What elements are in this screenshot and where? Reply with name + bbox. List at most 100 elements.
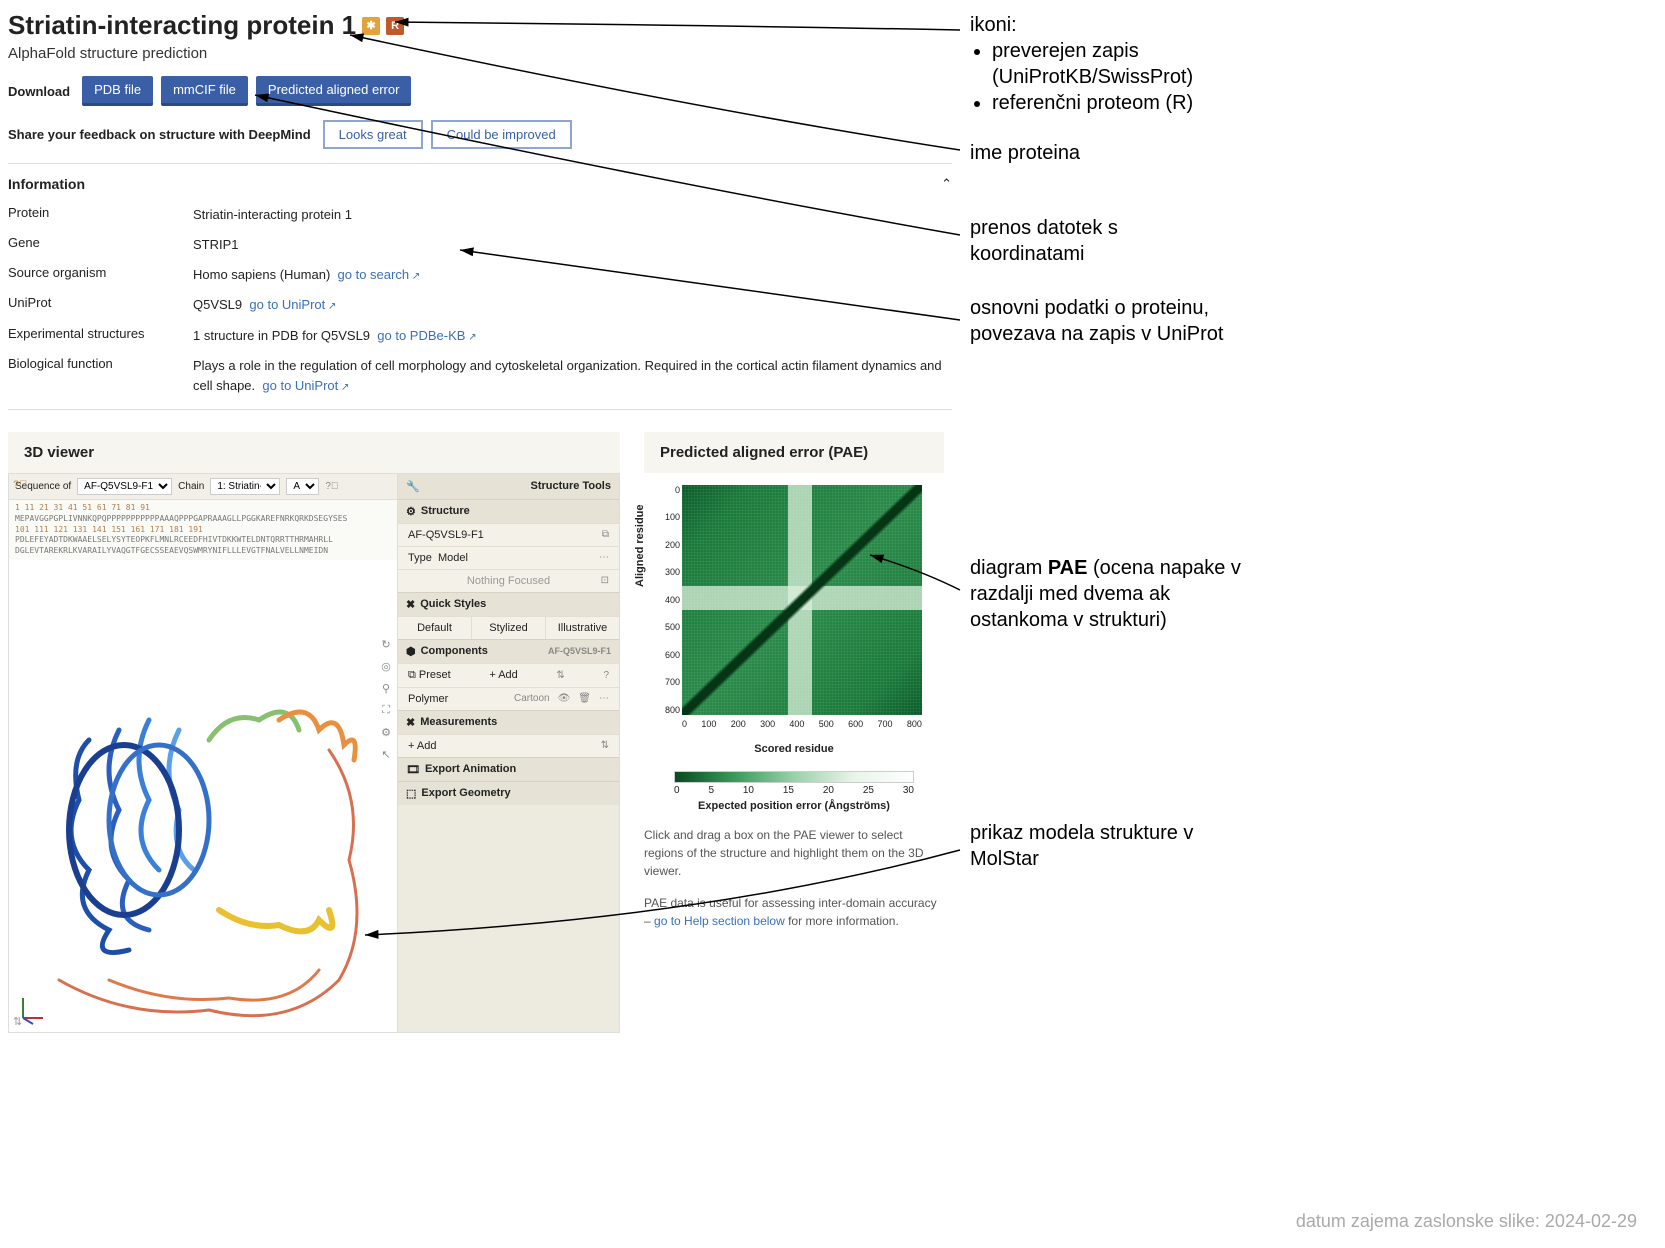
go-to-search-link[interactable]: go to search (338, 267, 421, 282)
pae-y-ticks: 0100200300400500600700800 (660, 485, 680, 715)
sequence-select[interactable]: AF-Q5VSL9-F1 (77, 478, 172, 495)
entity-select[interactable]: 1: Striatin-int… (210, 478, 280, 495)
help-mini-icon[interactable]: ? (603, 670, 609, 681)
info-val-uniprot: Q5VSL9 go to UniProt (193, 295, 952, 315)
info-val-gene: STRIP1 (193, 235, 952, 255)
tool-icon-3[interactable]: ⚲ (379, 682, 393, 696)
components-icon: ⬢ (406, 645, 416, 658)
information-section: Information ⌃ ProteinStriatin-interactin… (8, 163, 952, 410)
swissprot-icon: ✱ (362, 17, 380, 35)
export-animation-button[interactable]: 🎞Export Animation (398, 758, 619, 781)
info-val-bio: Plays a role in the regulation of cell m… (193, 356, 952, 396)
pae-plot[interactable]: Aligned residue 010020030040050060070080… (644, 481, 932, 741)
pae-heatmap[interactable] (682, 485, 922, 715)
preset-button[interactable]: ⧉ Preset (408, 669, 451, 682)
measure-options-icon[interactable]: ⇅ (601, 740, 609, 751)
styles-icon: ✖ (406, 598, 415, 611)
visibility-icon[interactable]: 👁 (558, 693, 571, 704)
polymer-row[interactable]: PolymerCartoon👁🗑⋯ (398, 687, 619, 710)
info-key-bio: Biological function (8, 356, 193, 396)
info-key-gene: Gene (8, 235, 193, 255)
ref-proteome-icon: R (386, 17, 404, 35)
download-mmcif-button[interactable]: mmCIF file (161, 76, 248, 106)
pae-ylabel: Aligned residue (634, 504, 646, 587)
info-val-exp: 1 structure in PDB for Q5VSL9 go to PDBe… (193, 326, 952, 346)
annot-molstar: prikaz modela strukture v MolStar (970, 820, 1230, 872)
collapse-icon[interactable]: ⌃ (941, 176, 952, 192)
pae-panel: Predicted aligned error (PAE) Aligned re… (644, 432, 944, 1033)
footer-date: datum zajema zaslonske slike: 2024-02-29 (1296, 1211, 1637, 1232)
components-controls: ⧉ Preset + Add ⇅ ? (398, 663, 619, 687)
download-pdb-button[interactable]: PDB file (82, 76, 153, 106)
annot-ikoni: ikoni: preverejen zapis (UniProtKB/Swiss… (970, 12, 1290, 116)
style-illustrative-button[interactable]: Illustrative (546, 616, 619, 639)
export-geometry-button[interactable]: ⬚Export Geometry (398, 782, 619, 805)
pae-legend-ticks: 051015202530 (674, 785, 914, 796)
structure-type-row: Type Model⋯ (398, 546, 619, 569)
3d-viewer-title: 3D viewer (8, 432, 620, 473)
info-key-uniprot: UniProt (8, 295, 193, 315)
download-pae-button[interactable]: Predicted aligned error (256, 76, 412, 106)
focus-icon[interactable]: ⊡ (601, 575, 609, 586)
pae-x-ticks: 0100200300400500600700800 (682, 719, 922, 729)
structure-id-row[interactable]: AF-Q5VSL9-F1⧉ (398, 523, 619, 546)
chain-select[interactable]: A (286, 478, 319, 495)
more-polymer-icon[interactable]: ⋯ (599, 693, 609, 704)
delete-icon[interactable]: 🗑 (578, 693, 591, 704)
expand-icon[interactable]: ⛶ (379, 704, 393, 718)
annot-prenos: prenos datotek s koordinatami (970, 215, 1230, 267)
add-measurement-button[interactable]: + Add⇅ (398, 734, 619, 757)
pae-legend-label: Expected position error (Ångströms) (644, 800, 944, 812)
annot-osnovni: osnovni podatki o proteinu, povezava na … (970, 295, 1250, 347)
info-key-protein: Protein (8, 205, 193, 225)
style-default-button[interactable]: Default (398, 616, 472, 639)
go-to-pdbe-link[interactable]: go to PDBe-KB (377, 328, 476, 343)
pae-xlabel: Scored residue (644, 743, 944, 755)
style-stylized-button[interactable]: Stylized (472, 616, 546, 639)
subtitle: AlphaFold structure prediction (8, 45, 952, 62)
sequence-text: 1 11 21 31 41 51 61 71 81 91 MEPAVGGPGPL… (9, 500, 397, 560)
help-icon[interactable]: ?⃝ (13, 479, 27, 491)
add-component-button[interactable]: + Add (489, 669, 517, 681)
3d-viewer-panel: 3D viewer ?⃝ Sequence of AF-Q5VSL9-F1 Ch… (8, 432, 620, 1033)
reset-icon[interactable]: ↻ (379, 638, 393, 652)
feedback-improve-button[interactable]: Could be improved (431, 120, 572, 149)
viewer-settings-icon[interactable]: ⇅ (13, 1015, 22, 1028)
gear-icon[interactable]: ⚙ (406, 505, 416, 518)
seq-help-icon[interactable]: ?⃝ (325, 481, 338, 492)
info-val-protein: Striatin-interacting protein 1 (193, 205, 952, 225)
nothing-focused-row: Nothing Focused⊡ (398, 569, 619, 592)
sequence-bar: Sequence of AF-Q5VSL9-F1 Chain 1: Striat… (9, 474, 397, 500)
annot-pae: diagram PAE (ocena napake v razdalji med… (970, 555, 1270, 633)
download-label: Download (8, 84, 70, 99)
options-icon[interactable]: ⇅ (556, 670, 564, 681)
settings-icon[interactable]: ⚙ (379, 726, 393, 740)
target-icon[interactable]: ◎ (379, 660, 393, 674)
protein-name: Striatin-interacting protein 1 (8, 10, 356, 41)
annot-ime: ime proteina (970, 140, 1080, 166)
wrench-icon: 🔧 (406, 480, 420, 493)
more-icon[interactable]: ⋯ (599, 552, 609, 563)
pae-legend-bar (674, 771, 914, 783)
pae-help-link[interactable]: go to Help section below (654, 914, 785, 928)
page-title: Striatin-interacting protein 1 ✱ R (8, 10, 952, 41)
feedback-great-button[interactable]: Looks great (323, 120, 423, 149)
go-to-uniprot-bio-link[interactable]: go to UniProt (262, 378, 349, 393)
feedback-row: Share your feedback on structure with De… (8, 120, 952, 149)
cursor-icon[interactable]: ↖ (379, 748, 393, 762)
molstar-canvas[interactable]: ↻ ◎ ⚲ ⛶ ⚙ ↖ (9, 560, 397, 1032)
film-icon: 🎞 (406, 763, 420, 776)
info-title: Information (8, 176, 85, 192)
copy-icon[interactable]: ⧉ (602, 529, 609, 540)
info-val-organism: Homo sapiens (Human) go to search (193, 265, 952, 285)
pae-title: Predicted aligned error (PAE) (644, 432, 944, 473)
info-key-organism: Source organism (8, 265, 193, 285)
pae-help-1: Click and drag a box on the PAE viewer t… (644, 826, 944, 880)
measure-icon: ✖ (406, 716, 415, 729)
info-key-exp: Experimental structures (8, 326, 193, 346)
structure-tools-panel: 🔧Structure Tools ⚙Structure AF-Q5VSL9-F1… (397, 474, 619, 1032)
pae-help-2: PAE data is useful for assessing inter-d… (644, 894, 944, 930)
feedback-label: Share your feedback on structure with De… (8, 127, 311, 142)
go-to-uniprot-link[interactable]: go to UniProt (249, 297, 336, 312)
download-row: Download PDB file mmCIF file Predicted a… (8, 76, 952, 106)
